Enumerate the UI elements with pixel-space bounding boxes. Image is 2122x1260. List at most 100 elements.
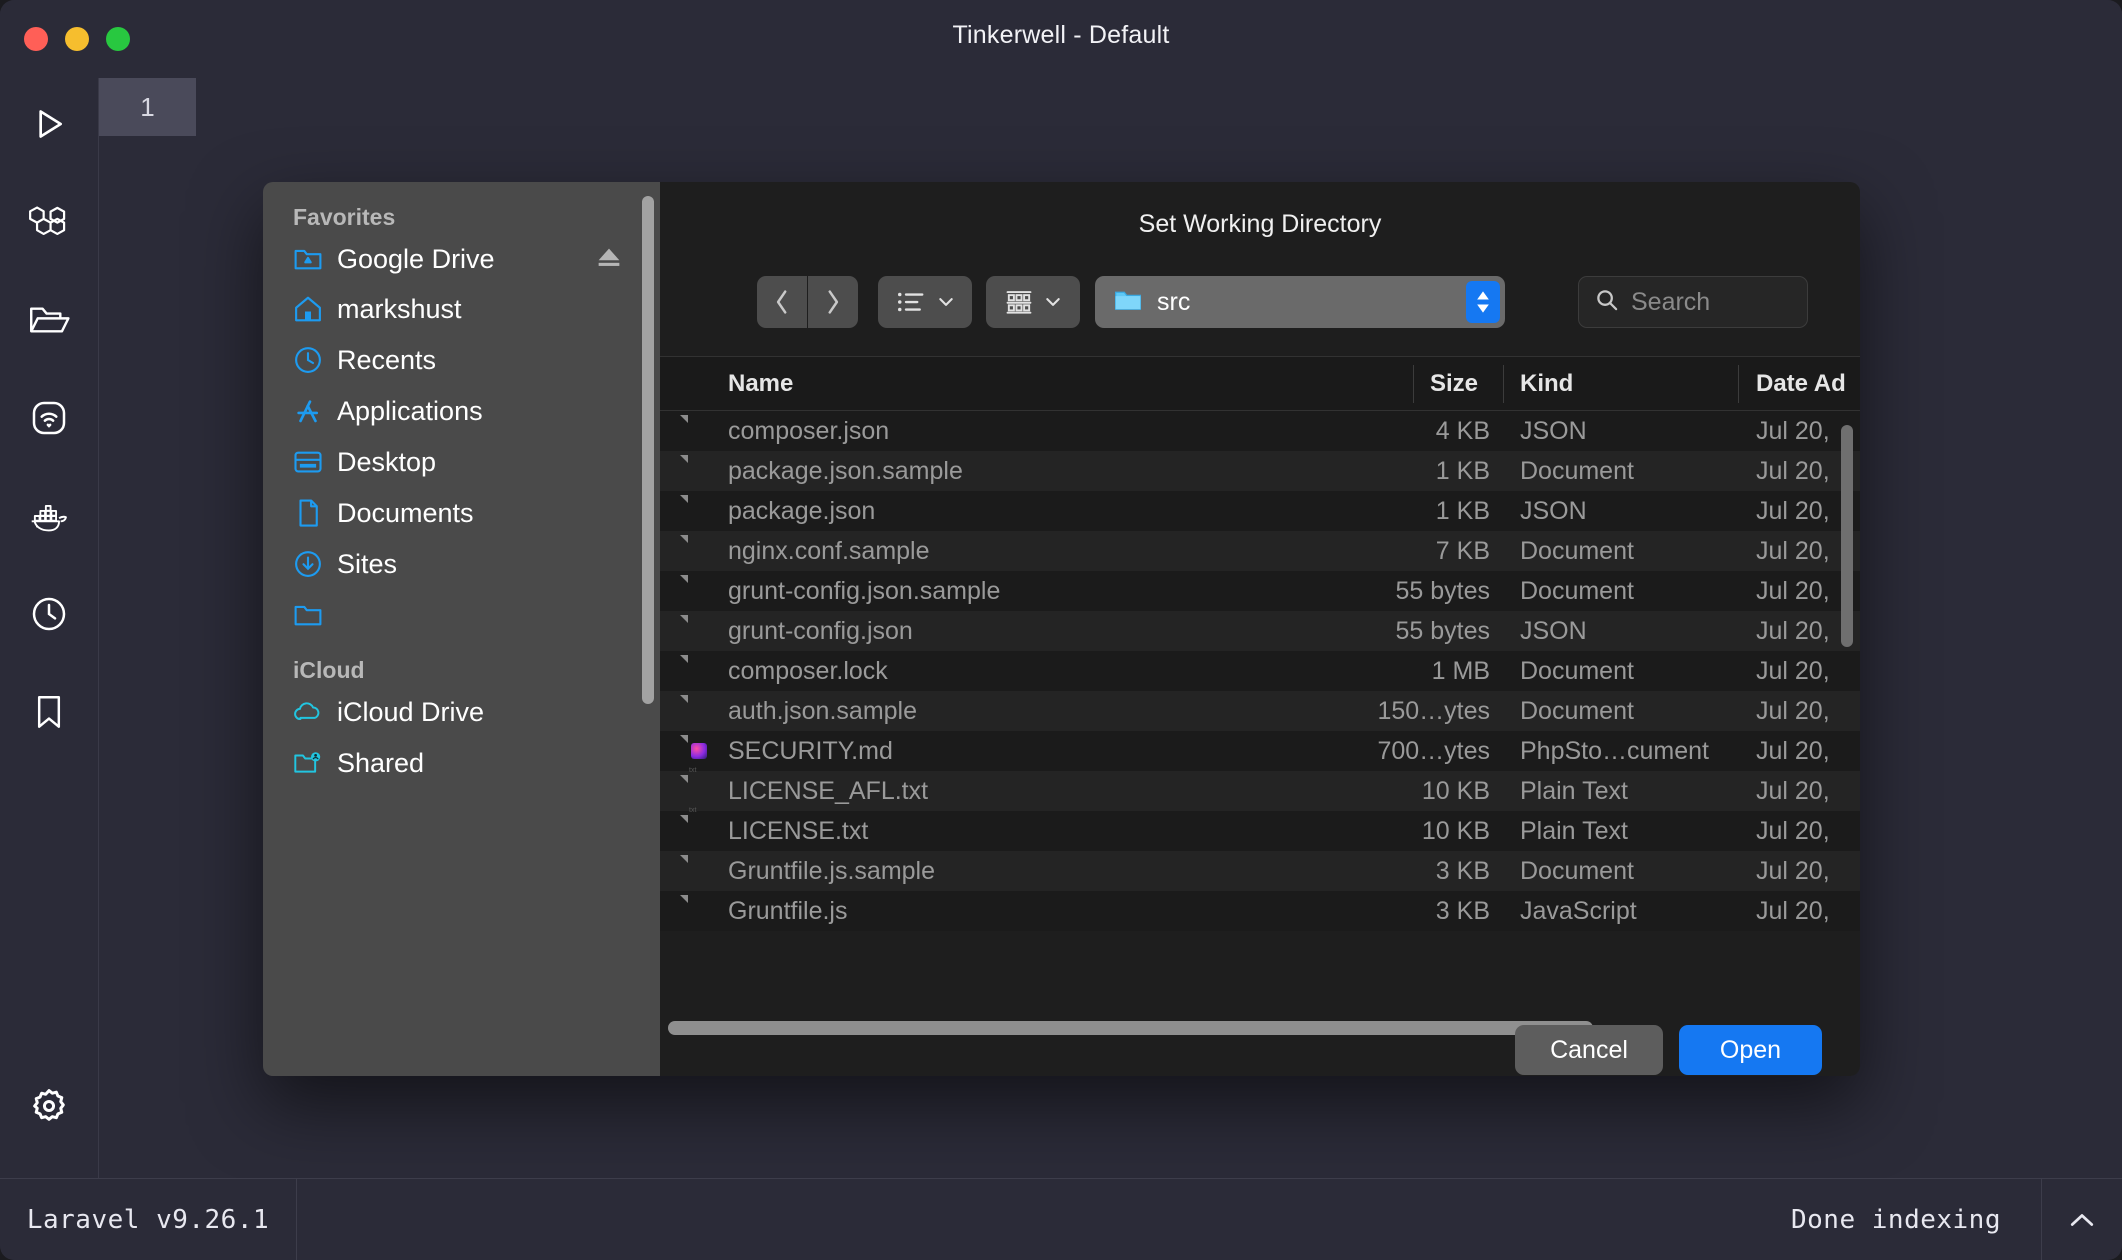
search-input[interactable]: Search [1578, 276, 1808, 328]
file-row[interactable]: composer.json 4 KB JSON Jul 20, [660, 411, 1860, 451]
laravel-version-label: Laravel v9.26.1 [0, 1179, 297, 1260]
file-row[interactable]: package.json 1 KB JSON Jul 20, [660, 491, 1860, 531]
sidebar-item-shared[interactable]: Shared [279, 740, 644, 786]
view-mode-button[interactable] [878, 276, 972, 328]
column-header-name[interactable]: Name [728, 357, 793, 410]
dialog-footer: Cancel Open [660, 1025, 1860, 1076]
file-size: 55 bytes [1395, 616, 1490, 645]
file-row[interactable]: nginx.conf.sample 7 KB Document Jul 20, [660, 531, 1860, 571]
document-file-icon [688, 615, 714, 647]
ssh-icon[interactable] [21, 390, 77, 446]
file-row[interactable]: auth.json.sample 150…ytes Document Jul 20, [660, 691, 1860, 731]
sidebar-item-applications[interactable]: Applications [279, 388, 644, 434]
clock-icon [293, 345, 323, 375]
file-kind: PhpSto…cument [1520, 736, 1709, 765]
column-header-size[interactable]: Size [1430, 357, 1478, 410]
file-kind: Document [1520, 576, 1634, 605]
statusbar: Laravel v9.26.1 Done indexing [0, 1178, 2122, 1260]
sidebar-item-recents[interactable]: Recents [279, 337, 644, 383]
file-date-added: Jul 20, [1756, 656, 1830, 685]
file-kind: Plain Text [1520, 816, 1628, 845]
history-icon[interactable] [21, 586, 77, 642]
document-file-icon [688, 695, 714, 727]
file-kind: JSON [1520, 616, 1587, 645]
file-size: 3 KB [1435, 856, 1490, 885]
document-file-icon [688, 575, 714, 607]
sidebar-item-markshust[interactable]: markshust [279, 286, 644, 332]
column-divider[interactable] [1413, 365, 1414, 403]
file-row[interactable]: LICENSE.txt 10 KB Plain Text Jul 20, [660, 811, 1860, 851]
sidebar-section-favorites-title: Favorites [293, 204, 396, 230]
sidebar-item-label: Desktop [337, 446, 437, 477]
path-stepper[interactable] [1466, 281, 1500, 323]
app-window: Tinkerwell - Default 1 Favorites Google … [0, 0, 2122, 1260]
sidebar-item-icloud-drive[interactable]: iCloud Drive [279, 689, 644, 735]
file-row[interactable]: composer.lock 1 MB Document Jul 20, [660, 651, 1860, 691]
file-name: package.json [728, 496, 876, 525]
dialog-title: Set Working Directory [1138, 210, 1382, 238]
tab-1[interactable]: 1 [99, 78, 196, 136]
gear-icon[interactable] [21, 1078, 77, 1134]
document-file-icon [688, 855, 714, 887]
sidebar-scrollbar[interactable] [642, 196, 654, 704]
cloud-icon [293, 697, 323, 727]
nav-forward-button[interactable] [808, 276, 858, 328]
file-row[interactable]: SECURITY.md 700…ytes PhpSto…cument Jul 20, [660, 731, 1860, 771]
downloads-icon [293, 549, 323, 579]
cancel-button[interactable]: Cancel [1515, 1025, 1663, 1075]
file-date-added: Jul 20, [1756, 536, 1830, 565]
column-divider[interactable] [1738, 365, 1739, 403]
file-row[interactable]: Gruntfile.js.sample 3 KB Document Jul 20, [660, 851, 1860, 891]
open-button[interactable]: Open [1679, 1025, 1822, 1075]
file-list-horizontal-scrollbar[interactable] [668, 1021, 1593, 1035]
file-row[interactable]: package.json.sample 1 KB Document Jul 20, [660, 451, 1860, 491]
chevron-down-icon [939, 298, 953, 306]
laravel-icon[interactable] [21, 194, 77, 250]
text-file-icon [688, 815, 714, 847]
sidebar-item-label: Sites [337, 548, 398, 579]
document-file-icon [688, 535, 714, 567]
sidebar-item-downloads[interactable]: Sites [279, 541, 644, 587]
column-header-kind[interactable]: Kind [1520, 357, 1573, 410]
file-size: 1 MB [1431, 656, 1490, 685]
file-size: 700…ytes [1377, 736, 1490, 765]
file-row[interactable]: grunt-config.json 55 bytes JSON Jul 20, [660, 611, 1860, 651]
sidebar-item-label: Documents [337, 497, 474, 528]
dialog-sidebar: Favorites Google Drive markshust Recents… [263, 182, 660, 1076]
document-file-icon [688, 655, 714, 687]
list-header: Name Size Kind Date Ad [660, 356, 1860, 411]
sidebar-item-sites[interactable] [279, 592, 644, 638]
path-select[interactable]: src [1095, 276, 1505, 328]
phpstorm-file-icon [688, 735, 714, 767]
sidebar-item-label: markshust [337, 293, 462, 324]
nav-back-button[interactable] [757, 276, 807, 328]
bookmark-icon[interactable] [21, 684, 77, 740]
sidebar-item-google-drive[interactable]: Google Drive [279, 236, 644, 282]
file-date-added: Jul 20, [1756, 616, 1830, 645]
file-size: 10 KB [1421, 776, 1490, 805]
search-icon [1595, 288, 1619, 317]
eject-icon[interactable] [596, 246, 622, 273]
file-kind: Document [1520, 456, 1634, 485]
window-title: Tinkerwell - Default [952, 21, 1170, 49]
file-date-added: Jul 20, [1756, 856, 1830, 885]
file-row[interactable]: LICENSE_AFL.txt 10 KB Plain Text Jul 20, [660, 771, 1860, 811]
run-icon[interactable] [21, 96, 77, 152]
file-list[interactable]: composer.json 4 KB JSON Jul 20, package.json… [660, 411, 1860, 1013]
file-row[interactable]: Gruntfile.js 3 KB JavaScript Jul 20, [660, 891, 1860, 931]
file-size: 3 KB [1435, 896, 1490, 925]
file-date-added: Jul 20, [1756, 896, 1830, 925]
group-mode-button[interactable] [986, 276, 1080, 328]
file-row[interactable]: grunt-config.json.sample 55 bytes Document… [660, 571, 1860, 611]
folder-icon[interactable] [21, 292, 77, 348]
tab-label: 1 [140, 91, 155, 122]
docker-icon[interactable] [21, 488, 77, 544]
chevron-up-icon[interactable] [2041, 1179, 2122, 1260]
file-name: package.json.sample [728, 456, 963, 485]
file-list-vertical-scrollbar[interactable] [1841, 425, 1853, 647]
file-name: composer.lock [728, 656, 888, 685]
sidebar-item-documents[interactable]: Documents [279, 490, 644, 536]
column-divider[interactable] [1503, 365, 1504, 403]
column-header-date[interactable]: Date Ad [1756, 357, 1846, 410]
sidebar-item-desktop[interactable]: Desktop [279, 439, 644, 485]
